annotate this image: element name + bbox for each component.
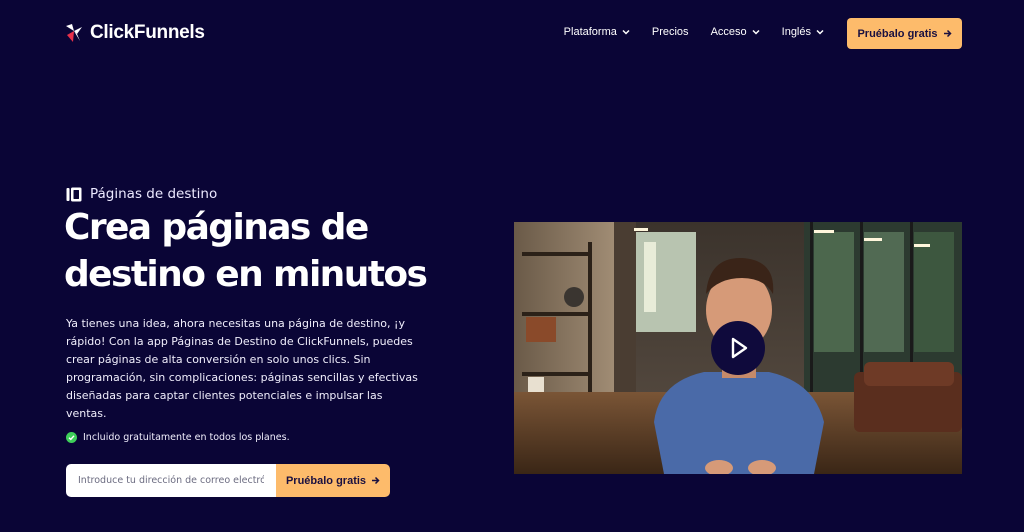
landing-pages-icon [66,187,82,201]
headline-line-1: Crea páginas de [64,207,369,248]
arrow-right-icon [372,476,380,485]
arrow-right-icon [943,29,952,38]
nav-item-plataforma[interactable]: Plataforma [564,26,630,38]
chevron-down-icon [622,29,630,35]
page-title: Crea páginas de destino en minutos [64,204,484,298]
top-navigation: ClickFunnels Plataforma Precios Acceso I… [0,0,1024,66]
check-circle-icon [66,432,77,443]
hero-description: Ya tienes una idea, ahora necesitas una … [66,317,418,420]
section-eyebrow: Páginas de destino [66,186,217,202]
nav-item-label: Plataforma [563,26,617,38]
video-player[interactable] [514,222,962,474]
play-icon [731,337,748,359]
brand-name: ClickFunnels [90,22,205,43]
try-free-label: Pruébalo gratis [857,27,938,40]
headline-line-2: destino en minutos [64,254,428,295]
nav-item-language[interactable]: Inglés [782,26,824,38]
brand-logo[interactable]: ClickFunnels [64,22,205,44]
included-note: Incluido gratuitamente en todos los plan… [66,432,290,443]
email-field[interactable] [66,464,276,497]
chevron-down-icon [752,29,760,35]
video-play-button[interactable] [711,321,765,375]
nav-item-label: Acceso [710,26,747,38]
nav-item-label: Inglés [781,26,811,38]
try-free-button[interactable]: Pruébalo gratis [847,18,962,49]
nav-item-label: Precios [651,26,689,38]
signup-submit-label: Pruébalo gratis [285,474,367,487]
nav-item-precios[interactable]: Precios [652,26,689,38]
signup-submit-button[interactable]: Pruébalo gratis [276,464,390,497]
nav-menu: Plataforma Precios Acceso Inglés [564,26,824,38]
chevron-down-icon [816,29,824,35]
signup-form: Pruébalo gratis [66,464,390,497]
clickfunnels-logo-icon [66,24,82,42]
eyebrow-label: Páginas de destino [90,186,218,202]
nav-item-acceso[interactable]: Acceso [711,26,760,38]
included-note-text: Incluido gratuitamente en todos los plan… [83,432,290,443]
